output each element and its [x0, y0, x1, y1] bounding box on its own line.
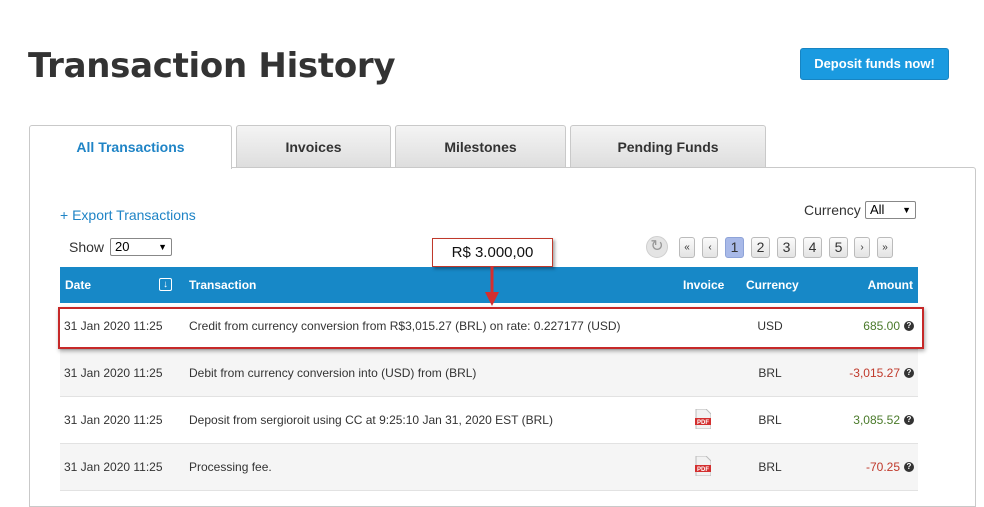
- pagination-page-3[interactable]: 3: [777, 237, 796, 258]
- column-header-currency[interactable]: Currency: [746, 267, 799, 303]
- pagination-last[interactable]: »: [877, 237, 893, 258]
- row-currency: BRL: [758, 413, 782, 427]
- deposit-funds-button[interactable]: Deposit funds now!: [800, 48, 949, 80]
- column-header-invoice[interactable]: Invoice: [683, 267, 724, 303]
- pdf-icon[interactable]: PDF: [695, 409, 711, 429]
- help-icon[interactable]: ?: [904, 462, 914, 472]
- show-label: Show: [69, 239, 105, 255]
- row-transaction: Debit from currency conversion into (USD…: [189, 366, 477, 380]
- svg-text:PDF: PDF: [697, 467, 709, 473]
- pagination-first[interactable]: «: [679, 237, 695, 258]
- table-row[interactable]: 31 Jan 2020 11:25 Debit from currency co…: [60, 350, 918, 397]
- row-transaction: Processing fee.: [189, 460, 272, 474]
- currency-select-value: All: [870, 202, 885, 217]
- pagination-prev[interactable]: ‹: [702, 237, 718, 258]
- row-date: 31 Jan 2020 11:25: [64, 366, 163, 380]
- help-icon[interactable]: ?: [904, 368, 914, 378]
- tab-milestones[interactable]: Milestones: [395, 125, 566, 167]
- page-title: Transaction History: [28, 46, 396, 86]
- pagination-next[interactable]: ›: [854, 237, 870, 258]
- row-date: 31 Jan 2020 11:25: [64, 413, 163, 427]
- row-amount: -70.25: [865, 460, 900, 474]
- show-count-value: 20: [115, 239, 130, 254]
- tab-pending-funds[interactable]: Pending Funds: [570, 125, 766, 167]
- row-currency: BRL: [758, 366, 782, 380]
- pagination-page-4[interactable]: 4: [803, 237, 822, 258]
- currency-label: Currency: [804, 202, 861, 218]
- chevron-down-icon: ▼: [902, 205, 911, 215]
- currency-select[interactable]: All ▼: [865, 201, 916, 219]
- arrow-down-icon: [485, 266, 499, 306]
- pagination-page-5[interactable]: 5: [829, 237, 848, 258]
- row-amount: 3,085.52: [853, 413, 900, 427]
- show-count-select[interactable]: 20 ▼: [110, 238, 172, 256]
- export-transactions-link[interactable]: + Export Transactions: [60, 207, 196, 223]
- tab-all-transactions[interactable]: All Transactions: [29, 125, 232, 169]
- help-icon[interactable]: ?: [904, 415, 914, 425]
- row-amount: -3,015.27: [849, 366, 900, 380]
- annotation-callout: R$ 3.000,00: [432, 238, 553, 267]
- column-header-transaction[interactable]: Transaction: [189, 267, 256, 303]
- pagination-page-1[interactable]: 1: [725, 237, 744, 258]
- column-header-amount[interactable]: Amount: [868, 267, 913, 303]
- row-transaction: Deposit from sergioroit using CC at 9:25…: [189, 413, 553, 427]
- tab-invoices[interactable]: Invoices: [236, 125, 391, 167]
- refresh-icon[interactable]: ↻: [646, 236, 668, 258]
- table-row[interactable]: 31 Jan 2020 11:25 Deposit from sergioroi…: [60, 397, 918, 444]
- chevron-down-icon: ▼: [158, 242, 167, 252]
- svg-text:PDF: PDF: [697, 420, 709, 426]
- row-date: 31 Jan 2020 11:25: [64, 460, 163, 474]
- table-row[interactable]: 31 Jan 2020 11:25 Processing fee. PDF BR…: [60, 444, 918, 491]
- row-currency: BRL: [758, 460, 782, 474]
- pdf-icon[interactable]: PDF: [695, 456, 711, 476]
- pagination-page-2[interactable]: 2: [751, 237, 770, 258]
- highlight-annotation-box: [58, 307, 924, 349]
- column-header-date[interactable]: Date: [65, 267, 91, 303]
- sort-down-icon[interactable]: ↓: [159, 278, 172, 291]
